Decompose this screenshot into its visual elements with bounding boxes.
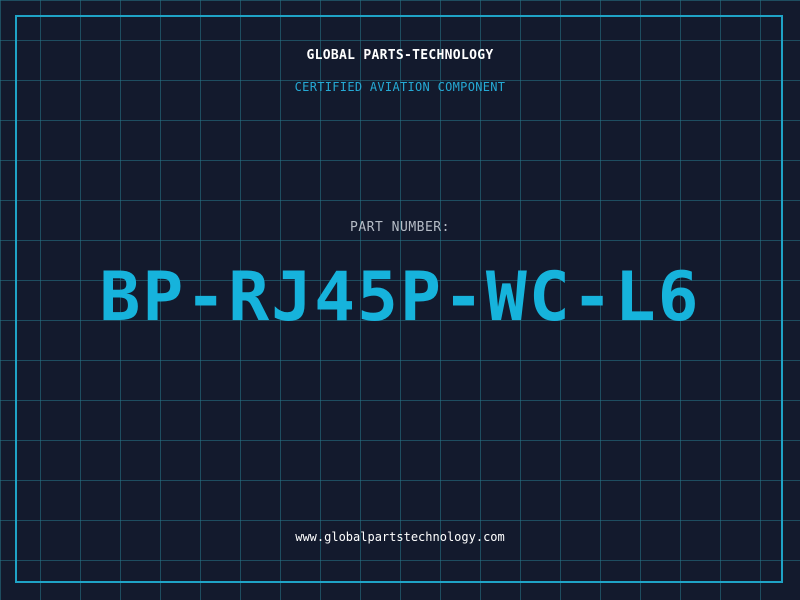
part-number-value: BP-RJ45P-WC-L6: [0, 256, 800, 340]
part-number-label: PART NUMBER:: [350, 220, 450, 235]
website-url: www.globalpartstechnology.com: [295, 530, 505, 544]
company-name: GLOBAL PARTS-TECHNOLOGY: [306, 48, 494, 63]
certificate-page: GLOBAL PARTS-TECHNOLOGY CERTIFIED AVIATI…: [0, 0, 800, 600]
certification-subtitle: CERTIFIED AVIATION COMPONENT: [294, 80, 506, 94]
